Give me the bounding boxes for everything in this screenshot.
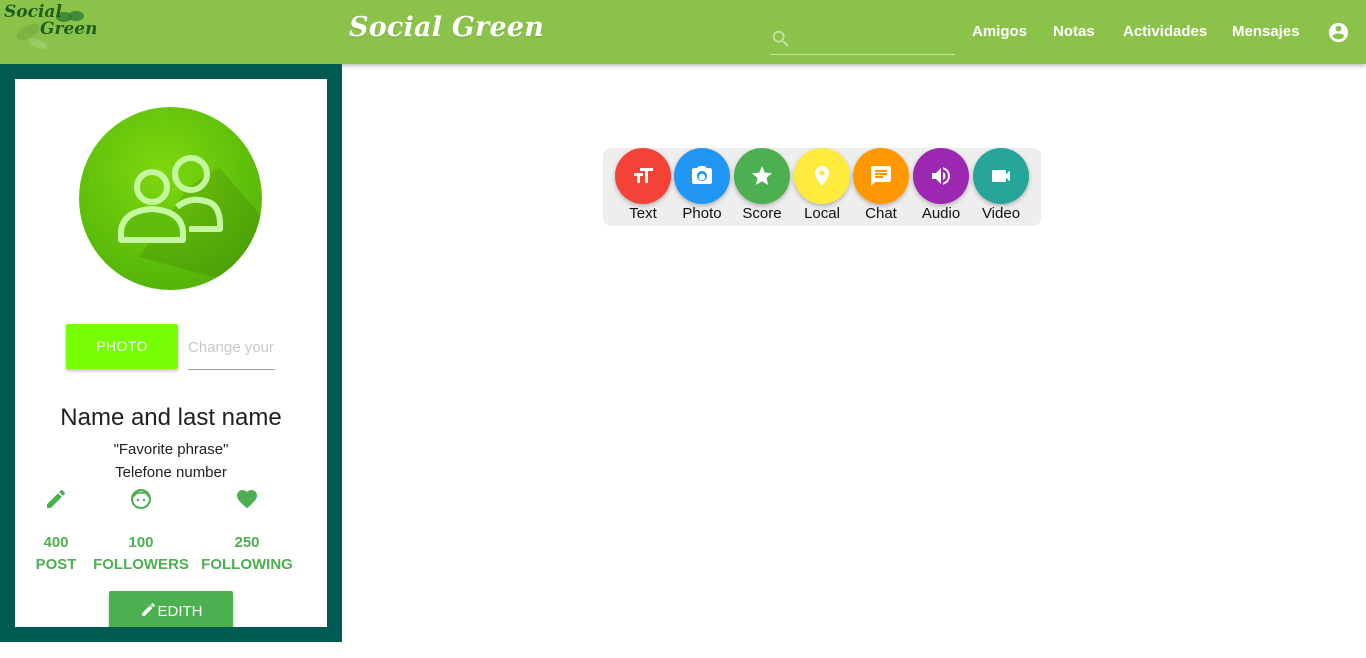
star-icon <box>752 166 772 185</box>
pencil-icon <box>141 603 155 616</box>
profile-name: Name and last name <box>60 404 282 431</box>
photo-tool-button[interactable] <box>674 148 730 204</box>
following-label[interactable]: FOLLOWING <box>197 556 297 573</box>
local-button[interactable] <box>794 148 850 204</box>
audio-button[interactable] <box>913 148 969 204</box>
favorite-phrase: "Favorite phrase" <box>113 441 229 458</box>
search-field[interactable] <box>770 24 955 55</box>
face-icon <box>131 489 151 509</box>
heart-icon <box>237 490 257 509</box>
tool-photo[interactable]: Photo <box>674 148 730 226</box>
change-photo-placeholder: Change your <box>188 339 274 356</box>
tool-video[interactable]: Video <box>973 148 1029 226</box>
text-button[interactable] <box>615 148 671 204</box>
avatar[interactable] <box>79 107 262 290</box>
profile-card: PHOTO Change your Name and last name "Fa… <box>15 79 327 627</box>
edit-button-label: EDITH <box>157 603 203 620</box>
chat-button[interactable] <box>853 148 909 204</box>
tool-text[interactable]: Text <box>615 148 671 226</box>
nav-actividades[interactable]: Actividades <box>1123 0 1207 64</box>
tool-score[interactable]: Score <box>734 148 790 226</box>
post-label[interactable]: POST <box>26 556 86 573</box>
profile-sidebar: PHOTO Change your Name and last name "Fa… <box>0 64 342 642</box>
post-type-toolbar: Text Photo Score Local Chat Audio Video <box>603 148 1041 226</box>
nav-mensajes[interactable]: Mensajes <box>1232 0 1300 64</box>
logo[interactable]: Social Green <box>2 2 97 58</box>
video-button[interactable] <box>973 148 1029 204</box>
tool-chat[interactable]: Chat <box>853 148 909 226</box>
tool-audio[interactable]: Audio <box>913 148 969 226</box>
text-size-icon <box>634 168 653 183</box>
pencil-icon <box>47 489 66 508</box>
following-count: 250 <box>234 534 260 551</box>
nav-notas[interactable]: Notas <box>1053 0 1095 64</box>
volume-icon <box>932 167 950 185</box>
videocam-icon <box>992 170 1010 182</box>
search-icon <box>772 30 789 47</box>
search-input[interactable] <box>796 26 954 52</box>
video-label: Video <box>981 205 1021 222</box>
location-pin-icon <box>815 166 829 186</box>
nav-amigos[interactable]: Amigos <box>972 0 1027 64</box>
top-app-bar: Social Green Social Green Amigos Notas A… <box>0 0 1366 64</box>
chat-icon <box>871 166 891 186</box>
photo-button[interactable]: PHOTO <box>66 324 178 369</box>
phone-number: Telefone number <box>115 464 227 481</box>
post-count: 400 <box>43 534 69 551</box>
logo-text-green: Green <box>40 19 98 39</box>
score-button[interactable] <box>734 148 790 204</box>
brand-title: Social Green <box>349 12 545 43</box>
camera-icon <box>692 166 712 184</box>
change-photo-input[interactable]: Change your <box>188 332 275 370</box>
account-circle-icon[interactable] <box>1327 21 1350 44</box>
group-icon <box>118 155 262 290</box>
tool-local[interactable]: Local <box>794 148 850 226</box>
edit-profile-button[interactable]: EDITH <box>109 591 233 627</box>
followers-label[interactable]: FOLLOWERS <box>93 556 189 573</box>
followers-count: 100 <box>128 534 154 551</box>
